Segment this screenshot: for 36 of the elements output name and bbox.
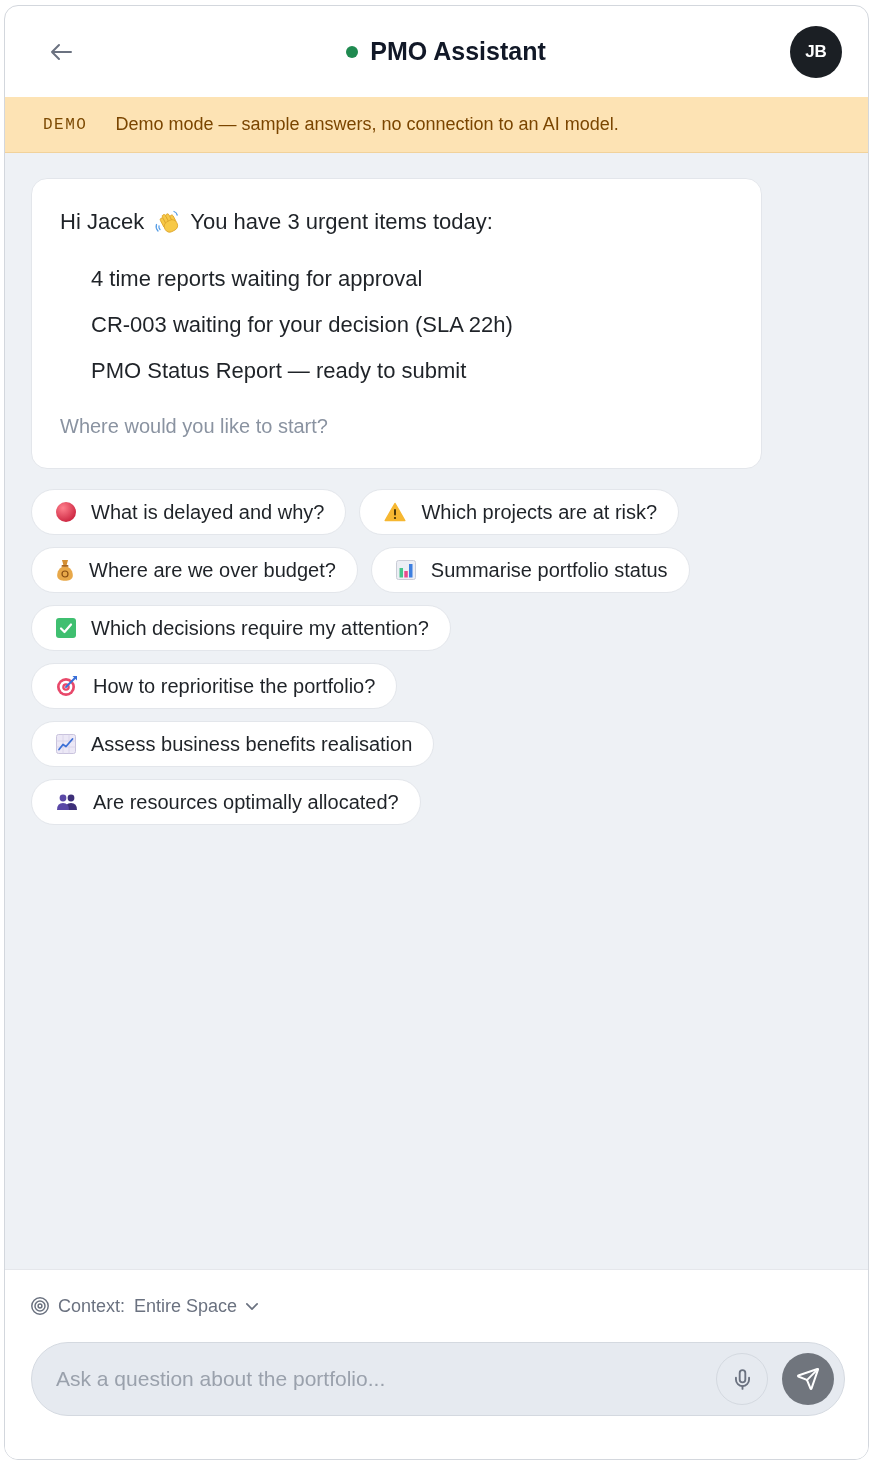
avatar[interactable]: JB [790, 25, 842, 78]
microphone-icon [734, 1368, 750, 1390]
greeting-text: Hi Jacek [60, 208, 145, 236]
context-label: Context: [58, 1295, 126, 1317]
warning-icon [384, 502, 407, 522]
check-icon [56, 618, 76, 638]
back-button[interactable] [50, 42, 72, 61]
back-arrow-icon [50, 42, 72, 61]
people-icon [56, 794, 78, 810]
ball-icon [56, 502, 76, 522]
window-title: PMO Assistant [370, 37, 546, 66]
bar-chart-icon [395, 560, 416, 580]
suggestion-chip[interactable]: What is delayed and why? [31, 489, 347, 535]
chevron-down-icon [246, 1302, 259, 1310]
context-dropdown[interactable]: Entire Space [134, 1295, 259, 1317]
suggestion-chip[interactable]: Which decisions require my attention? [31, 605, 451, 651]
dart-target-icon [56, 675, 78, 697]
suggestion-chip[interactable]: Where are we over budget? [31, 547, 358, 593]
suggestion-chip[interactable]: How to reprioritise the portfolio? [31, 663, 398, 709]
list-item: 4 time reports waiting for approval [91, 265, 424, 293]
intro-text: You have 3 urgent items today: [190, 208, 493, 236]
question-input[interactable]: Ask a question about the portfolio... [31, 1342, 845, 1416]
prompt-text: Where would you like to start? [60, 414, 329, 439]
waving-hand-icon [154, 209, 181, 235]
line-chart-icon [56, 734, 76, 754]
suggestion-chip[interactable]: Summarise portfolio status [370, 547, 690, 593]
list-item: CR-003 waiting for your decision (SLA 22h) [91, 311, 514, 339]
send-icon [797, 1368, 819, 1390]
list-item: PMO Status Report — ready to submit [91, 357, 468, 385]
suggestion-chip[interactable]: Are resources optimally allocated? [31, 779, 421, 825]
demo-label: DEMO [43, 115, 88, 134]
banner-text: Demo mode — sample answers, no connection to an AI model. [115, 114, 619, 135]
suggestion-chip[interactable]: Which projects are at risk? [359, 489, 680, 535]
money-bag-icon [56, 559, 74, 581]
suggestion-chip[interactable]: Assess business benefits realisation [31, 721, 435, 767]
target-icon [31, 1297, 49, 1315]
